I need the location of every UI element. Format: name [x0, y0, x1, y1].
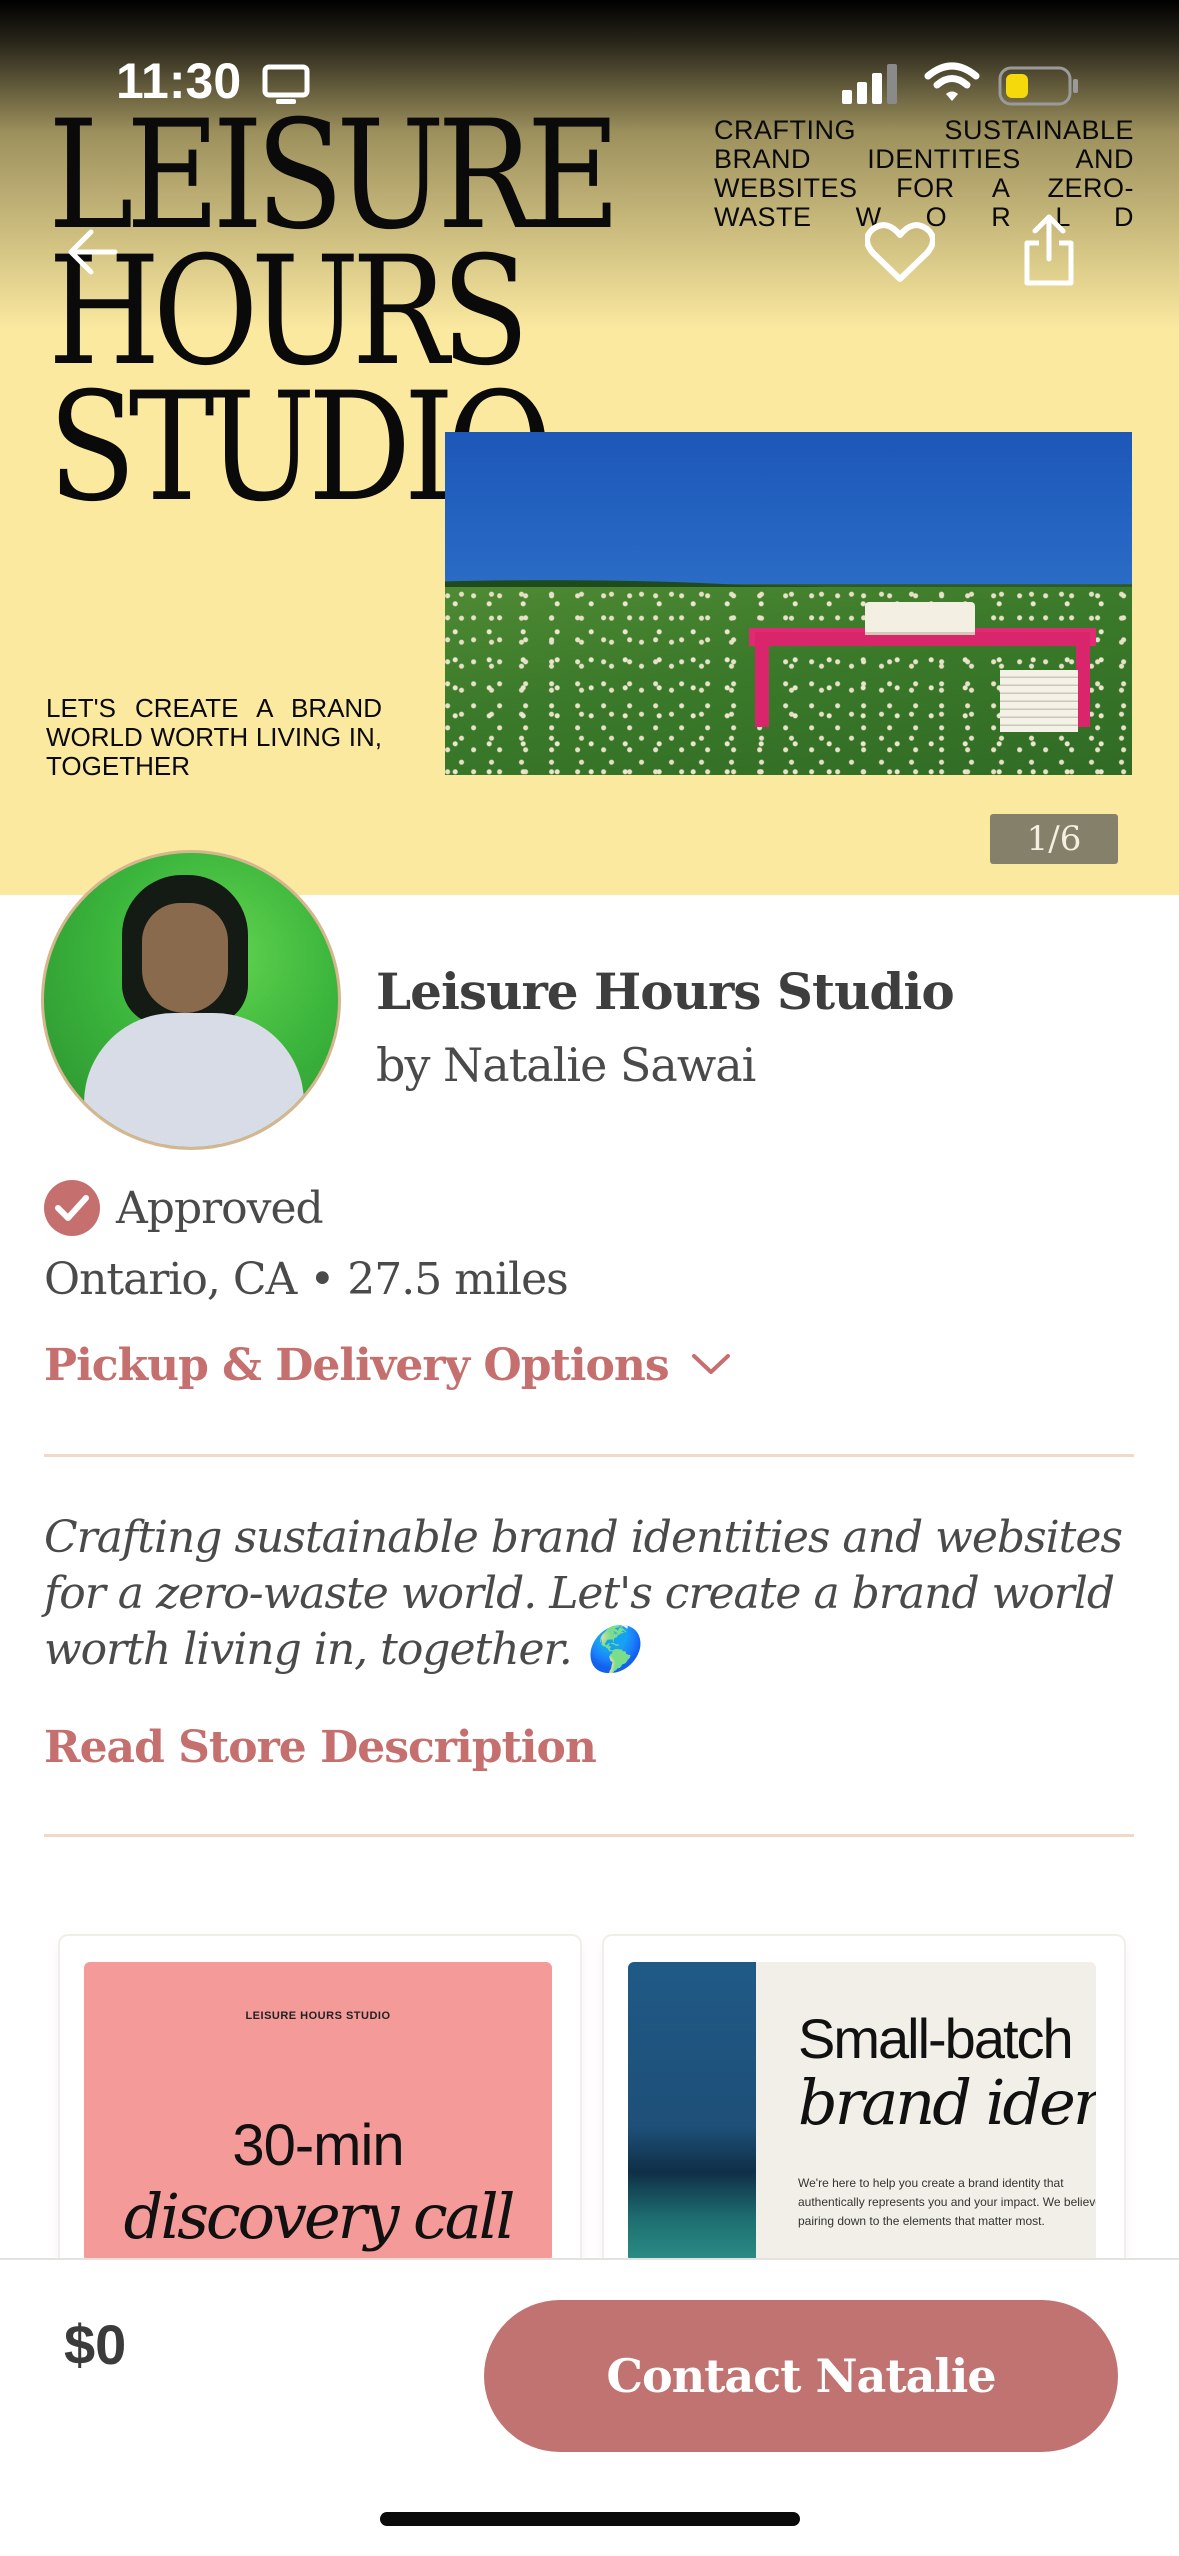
- back-arrow-icon[interactable]: [62, 222, 122, 282]
- store-location: Ontario, CA • 27.5 miles: [44, 1254, 569, 1305]
- product-title-line1: Small-batch: [798, 2007, 1074, 2070]
- wifi-icon: [924, 62, 980, 108]
- product-image-brand: LEISURE HOURS STUDIO: [245, 2010, 391, 2022]
- store-image-carousel[interactable]: LEISURE HOURS STUDIO CRAFTING SUSTAINABL…: [0, 0, 1179, 895]
- pickup-delivery-toggle[interactable]: Pickup & Delivery Options: [44, 1340, 731, 1391]
- approved-badge: Approved: [44, 1180, 324, 1236]
- divider: [44, 1454, 1134, 1457]
- read-store-description-link[interactable]: Read Store Description: [44, 1722, 597, 1773]
- status-time: 11:30: [116, 53, 242, 109]
- monitor-icon: [262, 64, 310, 110]
- store-owner: by Natalie Sawai: [376, 1038, 756, 1092]
- home-indicator[interactable]: [380, 2512, 800, 2526]
- divider: [44, 1834, 1134, 1837]
- ocean-photo: [628, 1962, 756, 2262]
- avatar: [41, 850, 341, 1150]
- image-counter: 1/6: [990, 814, 1118, 864]
- share-icon[interactable]: [1014, 210, 1084, 290]
- chevron-down-icon: [691, 1352, 731, 1380]
- store-description: Crafting sustainable brand identities an…: [44, 1512, 1123, 1675]
- product-title-line2: brand identity: [798, 2066, 1096, 2139]
- product-image: Small-batch brand identity We're here to…: [628, 1962, 1096, 2262]
- hero-subline: LET'S CREATE A BRAND WORLD WORTH LIVING …: [46, 693, 382, 781]
- price: $0: [64, 2313, 127, 2376]
- product-card[interactable]: Small-batch brand identity We're here to…: [604, 1936, 1124, 2266]
- product-card[interactable]: LEISURE HOURS STUDIO 30-min discovery ca…: [60, 1936, 580, 2266]
- product-image-body: We're here to help you create a brand id…: [798, 2176, 1096, 2228]
- approved-label: Approved: [116, 1182, 324, 1234]
- battery-icon: [998, 66, 1080, 110]
- product-image: LEISURE HOURS STUDIO 30-min discovery ca…: [84, 1962, 552, 2262]
- product-title-line2: discovery call: [123, 2180, 516, 2253]
- hero-photo: [445, 432, 1132, 775]
- signal-icon: [842, 64, 902, 108]
- pickup-delivery-label: Pickup & Delivery Options: [44, 1340, 670, 1391]
- heart-icon[interactable]: [862, 214, 938, 290]
- store-name: Leisure Hours Studio: [376, 962, 955, 1021]
- product-title-line1: 30-min: [232, 2113, 404, 2178]
- contact-button[interactable]: Contact Natalie: [484, 2300, 1118, 2452]
- checkmark-badge-icon: [44, 1180, 100, 1236]
